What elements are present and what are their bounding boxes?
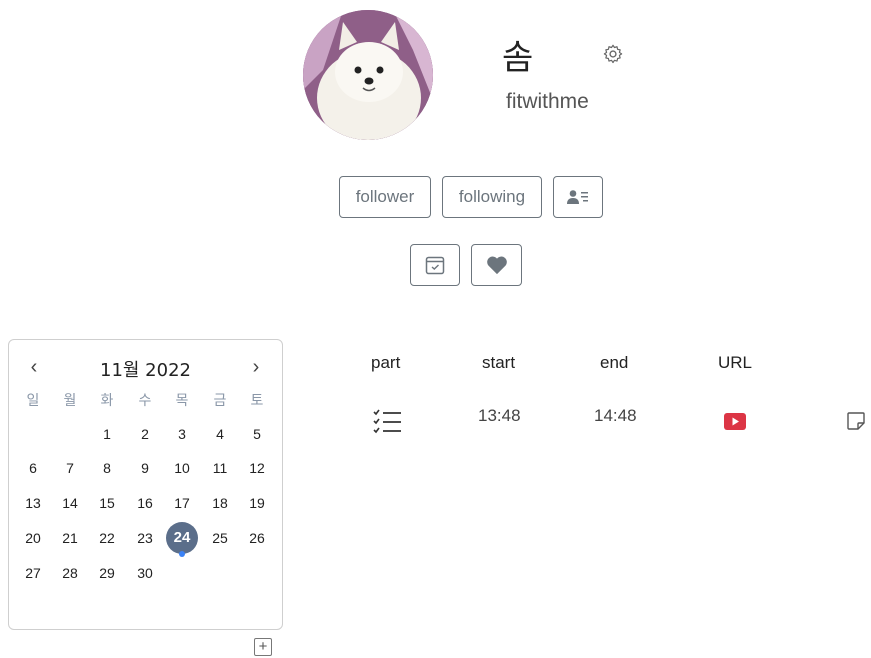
calendar-day[interactable]: 8 [89,453,125,483]
calendar-day[interactable]: 5 [239,419,275,449]
calendar: ‹ 11월 2022 › 일 월 화 수 목 금 토 1 2 3 4 5 6 7 8 9 10 11… [8,339,283,630]
weekday-label: 수 [138,393,152,409]
calendar-day[interactable]: 22 [89,523,125,553]
gear-icon[interactable] [602,43,624,65]
profile-card-button[interactable] [553,176,603,218]
profile-name: 솜 [502,38,534,78]
header-start: start [482,353,516,372]
following-button[interactable]: following [442,176,542,218]
calendar-day[interactable]: 11 [202,453,238,483]
profile-handle: fitwithme [506,90,589,113]
calendar-day[interactable]: 12 [239,453,275,483]
calendar-day[interactable]: 21 [52,523,88,553]
checklist-icon[interactable] [373,408,403,436]
calendar-day[interactable]: 4 [202,419,238,449]
calendar-day-selected[interactable]: 24 [164,523,200,553]
calendar-title: 11월 2022 [100,360,191,381]
youtube-icon[interactable] [724,413,746,430]
row-start-time: 13:48 [478,406,521,425]
heart-icon [486,256,507,275]
calendar-day[interactable]: 2 [127,419,163,449]
add-button[interactable]: + [254,638,272,656]
calendar-day[interactable]: 7 [52,453,88,483]
calendar-day[interactable]: 28 [52,558,88,588]
like-button[interactable] [471,244,522,286]
calendar-day[interactable]: 27 [15,558,51,588]
calendar-day[interactable]: 23 [127,523,163,553]
row-end-time: 14:48 [594,406,637,425]
calendar-day[interactable]: 6 [15,453,51,483]
weekday-label: 일 [26,393,40,409]
sticky-note-icon[interactable] [846,411,866,431]
calendar-day[interactable]: 13 [15,488,51,518]
calendar-day[interactable]: 30 [127,558,163,588]
header-end: end [600,353,629,372]
calendar-day[interactable]: 9 [127,453,163,483]
calendar-next-button[interactable]: › [246,356,266,379]
calendar-day[interactable]: 20 [15,523,51,553]
calendar-day[interactable]: 3 [164,419,200,449]
calendar-day[interactable]: 18 [202,488,238,518]
weekday-label: 금 [213,393,227,409]
calendar-day[interactable]: 25 [202,523,238,553]
calendar-check-button[interactable] [410,244,460,286]
weekday-label: 목 [175,393,189,409]
calendar-day[interactable]: 19 [239,488,275,518]
calendar-day[interactable]: 10 [164,453,200,483]
calendar-day[interactable]: 16 [127,488,163,518]
calendar-day[interactable]: 14 [52,488,88,518]
calendar-check-icon [425,256,445,275]
follower-button[interactable]: follower [339,176,431,218]
calendar-day[interactable]: 17 [164,488,200,518]
header-part: part [371,353,401,372]
header-url: URL [718,353,753,372]
calendar-day[interactable]: 26 [239,523,275,553]
weekday-label: 월 [63,393,77,409]
weekday-label: 토 [250,393,264,409]
calendar-day[interactable]: 15 [89,488,125,518]
weekday-label: 화 [100,393,114,409]
calendar-day[interactable]: 29 [89,558,125,588]
profile-avatar [303,10,433,140]
pomeranian-photo [303,10,433,140]
calendar-day[interactable]: 1 [89,419,125,449]
person-lines-icon [567,190,588,204]
